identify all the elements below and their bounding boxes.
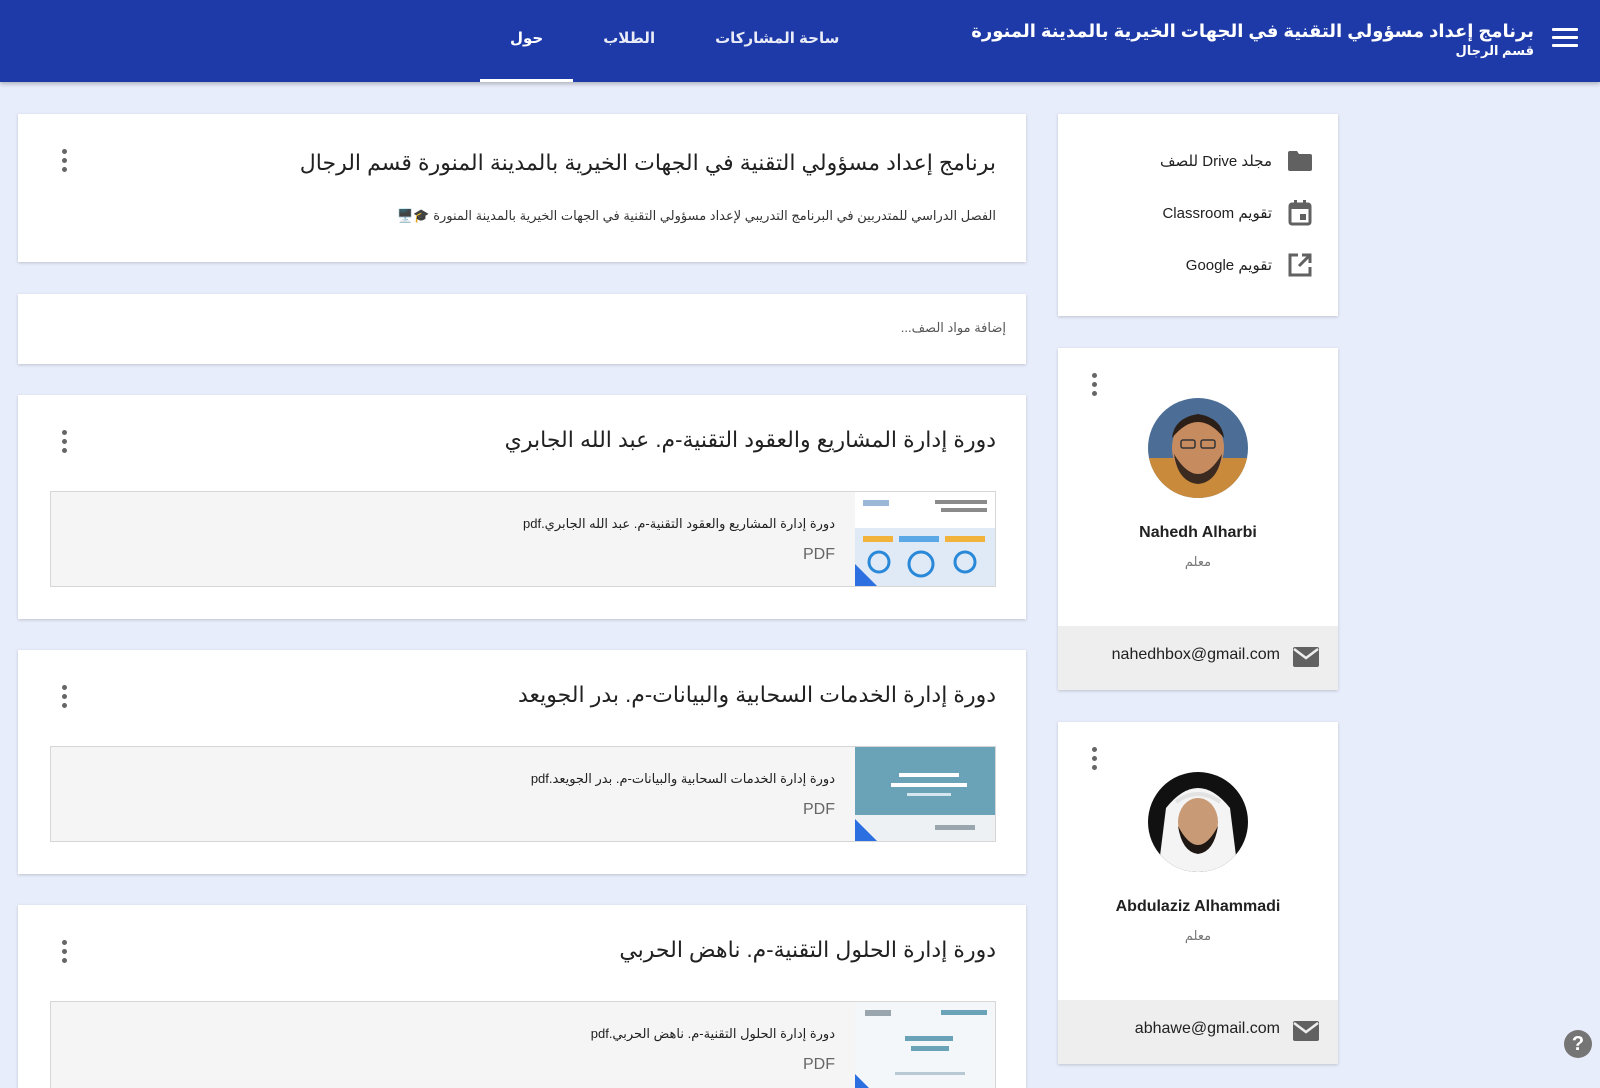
attachment-file-name: دورة إدارة المشاريع والعقود التقنية-م. ع…: [522, 516, 835, 531]
teacher-role: معلم: [1184, 554, 1212, 569]
attachment-file-name: دورة إدارة الحلول التقنية-م. ناهض الحربي…: [590, 1026, 835, 1041]
pdf-thumbnail: [855, 1002, 995, 1088]
material-title: دورة إدارة الخدمات السحابية والبيانات-م.…: [517, 682, 996, 707]
avatar: [1148, 772, 1248, 872]
material-post: دورة إدارة الخدمات السحابية والبيانات-م.…: [18, 650, 1026, 874]
attachment-file-type: PDF: [803, 546, 835, 563]
material-title: دورة إدارة المشاريع والعقود التقنية-م. ع…: [504, 427, 996, 452]
class-section: قسم الرجال: [1455, 43, 1534, 58]
pdf-attachment[interactable]: دورة إدارة الحلول التقنية-م. ناهض الحربي…: [50, 1001, 996, 1088]
hamburger-menu-icon[interactable]: [1552, 28, 1578, 50]
pdf-thumbnail: [855, 747, 995, 841]
add-materials-input[interactable]: إضافة مواد الصف...: [901, 320, 1006, 336]
material-title: دورة إدارة الحلول التقنية-م. ناهض الحربي: [619, 937, 996, 962]
teacher-email: abhawe@gmail.com: [1134, 1020, 1280, 1037]
add-materials-card[interactable]: إضافة مواد الصف...: [18, 294, 1026, 364]
teacher-email: nahedhbox@gmail.com: [1111, 646, 1280, 663]
help-icon[interactable]: ?: [1564, 1030, 1592, 1058]
teacher-email-button[interactable]: nahedhbox@gmail.com: [1058, 626, 1338, 690]
class-links-card: مجلد Drive للصف تقويم Classroom تقويم Go…: [1058, 114, 1338, 316]
class-title[interactable]: برنامج إعداد مسؤولي التقنية في الجهات ال…: [971, 20, 1534, 42]
more-options-icon[interactable]: [1084, 744, 1104, 772]
google-calendar-label: تقويم Google: [1185, 257, 1272, 274]
class-info-card: برنامج إعداد مسؤولي التقنية في الجهات ال…: [18, 114, 1026, 262]
app-title-block: برنامج إعداد مسؤولي التقنية في الجهات ال…: [971, 20, 1534, 60]
tab-students[interactable]: الطلاب: [573, 0, 685, 82]
more-options-icon[interactable]: [1084, 370, 1104, 398]
folder-icon: [1286, 147, 1314, 175]
pdf-attachment[interactable]: دورة إدارة الخدمات السحابية والبيانات-م.…: [50, 746, 996, 842]
drive-folder-link[interactable]: مجلد Drive للصف: [1160, 146, 1314, 176]
tab-bar: حول الطلاب ساحة المشاركات: [480, 0, 869, 82]
top-app-bar: برنامج إعداد مسؤولي التقنية في الجهات ال…: [0, 0, 1600, 82]
attachment-file-type: PDF: [803, 801, 835, 818]
material-post: دورة إدارة الحلول التقنية-م. ناهض الحربي…: [18, 905, 1026, 1088]
classroom-calendar-label: تقويم Classroom: [1162, 205, 1272, 222]
teacher-name: Abdulaziz Alhammadi: [1115, 898, 1281, 915]
class-info-title: برنامج إعداد مسؤولي التقنية في الجهات ال…: [299, 150, 996, 175]
attachment-file-type: PDF: [803, 1056, 835, 1073]
drive-folder-label: مجلد Drive للصف: [1160, 153, 1272, 170]
classroom-calendar-link[interactable]: تقويم Classroom: [1162, 198, 1314, 228]
teacher-email-button[interactable]: abhawe@gmail.com: [1058, 1000, 1338, 1064]
teacher-role: معلم: [1184, 928, 1212, 943]
calendar-icon: [1286, 199, 1314, 227]
google-calendar-link[interactable]: تقويم Google: [1186, 250, 1314, 280]
mail-icon: [1292, 1020, 1320, 1047]
more-options-icon[interactable]: [54, 682, 74, 710]
more-options-icon[interactable]: [54, 146, 74, 174]
class-info-description: الفصل الدراسي للمتدربين في البرنامج التد…: [397, 208, 996, 223]
open-in-new-icon: [1286, 251, 1314, 279]
pdf-attachment[interactable]: دورة إدارة المشاريع والعقود التقنية-م. ع…: [50, 491, 996, 587]
teacher-card: Abdulaziz Alhammadi معلم abhawe@gmail.co…: [1058, 722, 1338, 1064]
attachment-file-name: دورة إدارة الخدمات السحابية والبيانات-م.…: [530, 771, 835, 786]
tab-stream[interactable]: ساحة المشاركات: [685, 0, 869, 82]
mail-icon: [1292, 646, 1320, 673]
more-options-icon[interactable]: [54, 937, 74, 965]
material-post: دورة إدارة المشاريع والعقود التقنية-م. ع…: [18, 395, 1026, 619]
more-options-icon[interactable]: [54, 427, 74, 455]
pdf-thumbnail: [855, 492, 995, 586]
tab-about[interactable]: حول: [480, 0, 574, 82]
avatar: [1148, 398, 1248, 498]
teacher-card: Nahedh Alharbi معلم nahedhbox@gmail.com: [1058, 348, 1338, 690]
teacher-name: Nahedh Alharbi: [1139, 524, 1257, 541]
